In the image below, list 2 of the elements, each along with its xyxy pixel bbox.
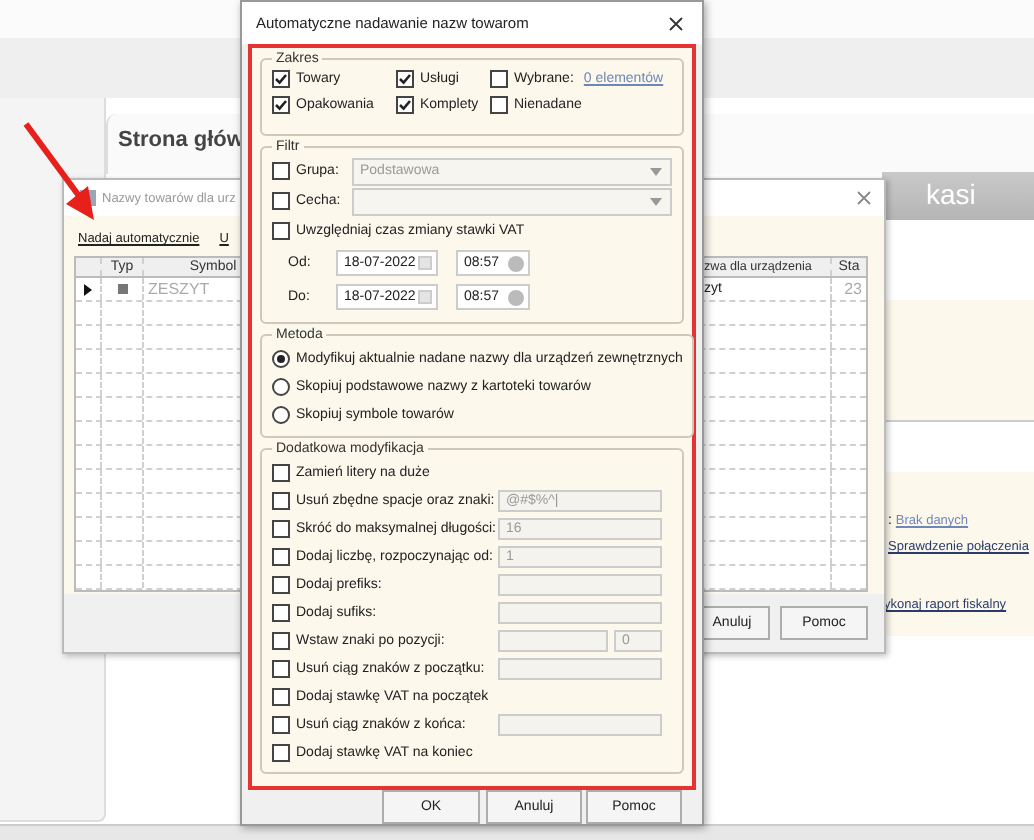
table-cell-text: 23 — [842, 278, 864, 300]
banner: kasi — [882, 172, 1034, 220]
